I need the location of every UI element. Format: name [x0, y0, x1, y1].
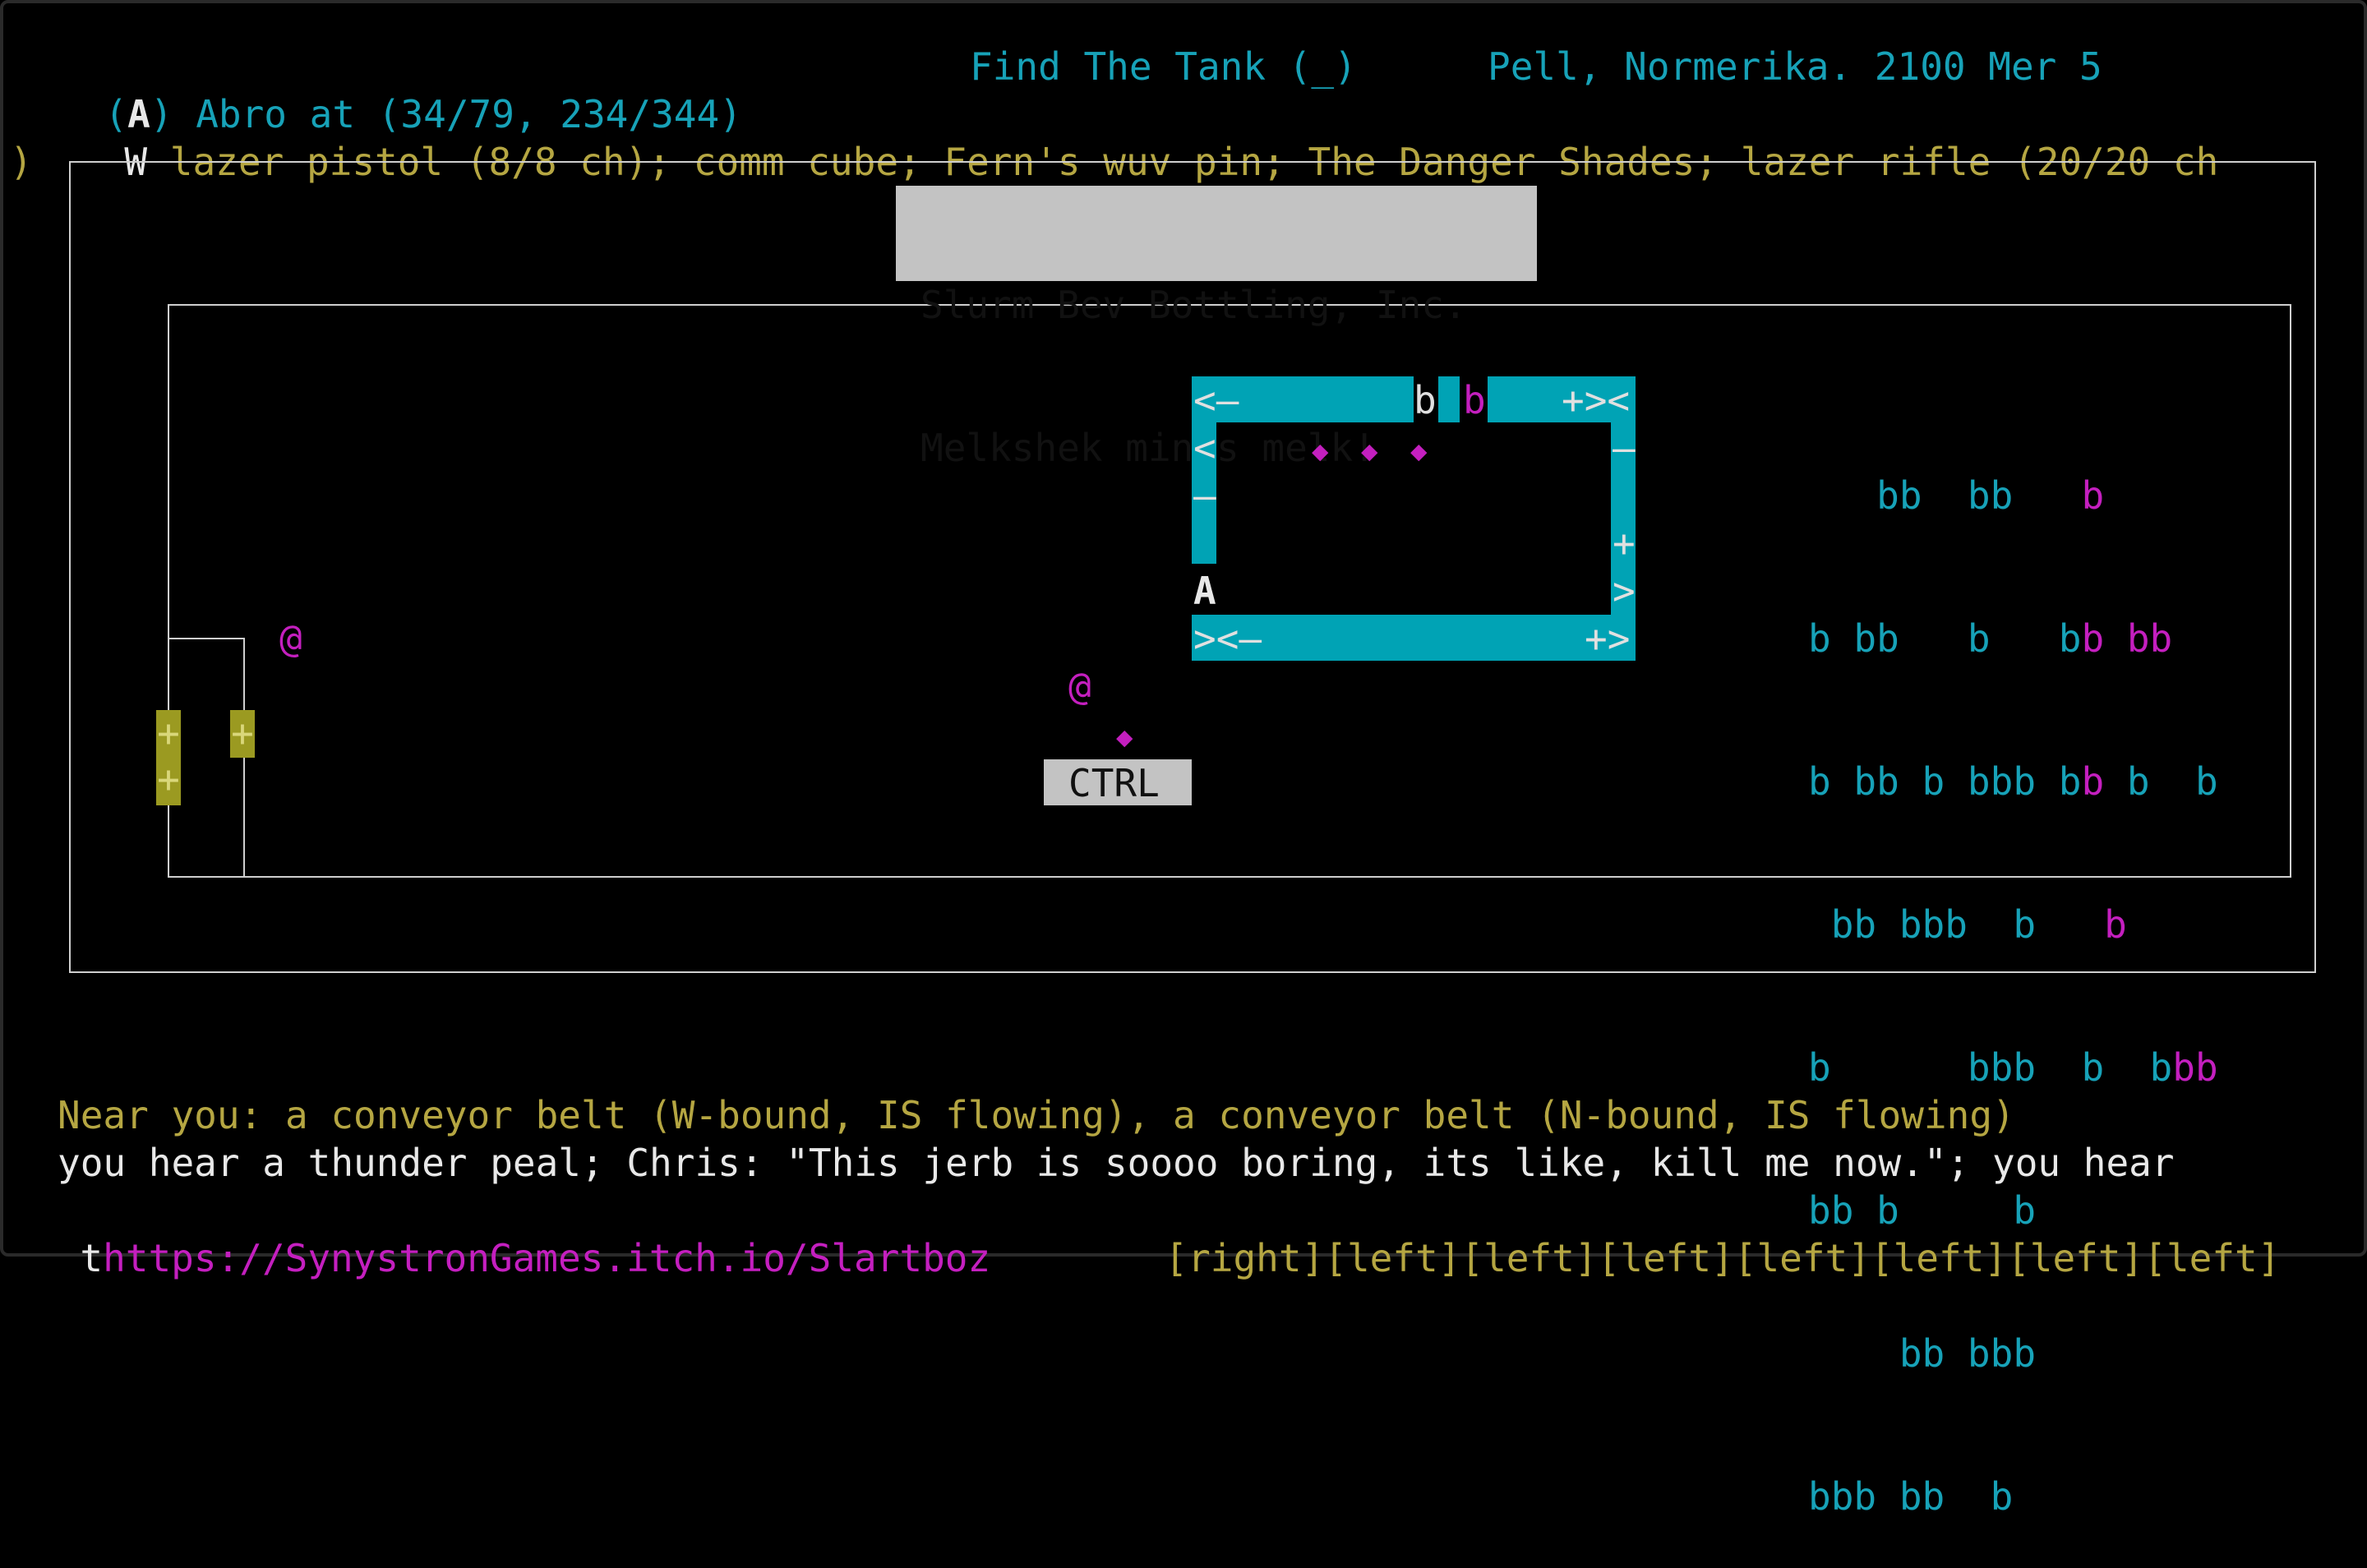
item-diamond-3: ◆ — [1410, 435, 1428, 468]
log-continuation: t — [80, 1236, 104, 1280]
belt-left-arrow: < — [1193, 426, 1216, 470]
footer-line: thttps://SynystronGames.itch.io/Slartboz — [35, 1187, 990, 1282]
item-diamond-1: ◆ — [1312, 435, 1329, 468]
bottle-row-2: b bb b bb bb — [1808, 616, 2173, 661]
belt-top-right-arrows: +>< — [1562, 378, 1631, 422]
door-tile-right: + — [230, 710, 255, 758]
key-history: [right][left][left][left][left][left][le… — [1119, 1187, 2280, 1282]
bottle-row-3: b bb b bbb bb b b — [1808, 759, 2218, 804]
npc-at-2: @ — [1068, 664, 1091, 708]
factory-sign: Slurm Bev Bottling, Inc. Melkshek minus … — [896, 186, 1537, 470]
bottle-stack: bb bb b b bb b bb bb b bb b bbb bb b b b… — [1808, 376, 2218, 1568]
quest-title: Find The Tank (_) — [970, 44, 1357, 89]
ctrl-panel: CTRL — [1044, 759, 1192, 805]
belt-right-plus: + — [1613, 521, 1636, 565]
door-glyph-1: + — [157, 711, 180, 755]
sign-line-1: Slurm Bev Bottling, Inc. — [920, 283, 1467, 327]
near-you-message: Near you: a conveyor belt (W-bound, IS f… — [58, 1093, 2015, 1137]
bottle-row-1: bb bb b — [1876, 473, 2105, 518]
npc-at-1: @ — [279, 616, 302, 661]
player-marker: A — [1193, 569, 1216, 613]
belt-left-dash: – — [1193, 473, 1216, 518]
door-glyph-3: + — [231, 711, 254, 755]
door-glyph-2: + — [157, 757, 180, 801]
event-log: you hear a thunder peal; Chris: "This je… — [58, 1141, 2175, 1185]
bottle-row-8: bbb bb b — [1808, 1474, 2014, 1519]
belt-bottle-2: b — [1463, 378, 1486, 422]
bottle-row-4: bb bbb b b — [1830, 902, 2127, 947]
key-history-text: [right][left][left][left][left][left][le… — [1165, 1236, 2281, 1280]
belt-right-arrow: > — [1613, 569, 1636, 613]
belt-top-left-arrows: <– — [1193, 378, 1239, 422]
belt-bottom-left-arrows: ><– — [1193, 616, 1262, 661]
place-date: Pell, Normerika. 2100 Mer 5 — [1488, 44, 2102, 89]
item-diamond-ctrl: ◆ — [1116, 721, 1133, 754]
bottle-row-7: bb bbb — [1899, 1331, 2037, 1376]
belt-top-middle-segment — [1438, 376, 1460, 422]
inventory-overflow: ) — [10, 140, 33, 184]
item-diamond-2: ◆ — [1361, 435, 1378, 468]
belt-bottom-right-arrows: +> — [1585, 616, 1631, 661]
game-link[interactable]: https://SynystronGames.itch.io/Slartboz — [103, 1236, 990, 1280]
belt-right-dash: – — [1613, 426, 1636, 470]
belt-bottle-1: b — [1414, 378, 1437, 422]
door-tile-left: + + — [156, 710, 181, 805]
bottle-row-5: b bbb b bbb — [1808, 1045, 2218, 1090]
